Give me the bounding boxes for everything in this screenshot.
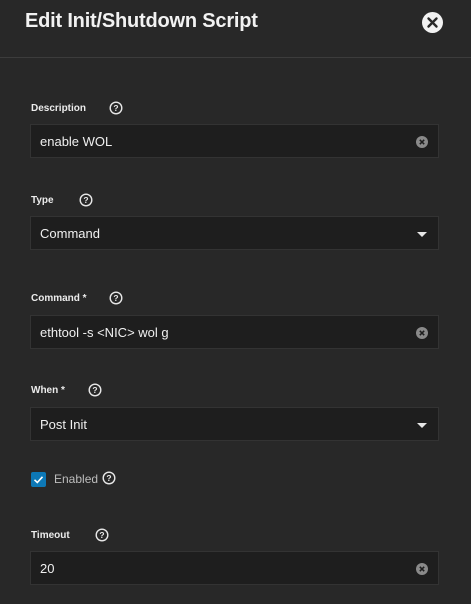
caret-down-icon: [417, 232, 427, 237]
type-label: Type: [31, 195, 54, 206]
svg-text:?: ?: [92, 385, 97, 395]
command-field[interactable]: ethtool -s <NIC> wol g: [30, 315, 439, 349]
type-select[interactable]: Command: [30, 216, 439, 250]
timeout-help-icon[interactable]: ?: [95, 528, 109, 542]
checkmark-icon: [33, 476, 44, 484]
close-icon: [427, 17, 438, 28]
command-help-icon[interactable]: ?: [109, 291, 123, 305]
dialog-header: Edit Init/Shutdown Script: [0, 0, 471, 58]
type-value: Command: [40, 226, 100, 241]
svg-text:?: ?: [99, 530, 104, 540]
enabled-checkbox[interactable]: [31, 472, 46, 487]
svg-text:?: ?: [83, 195, 88, 205]
timeout-value: 20: [40, 561, 55, 576]
timeout-label: Timeout: [31, 530, 70, 541]
svg-text:?: ?: [106, 473, 111, 483]
when-help-icon[interactable]: ?: [88, 383, 102, 397]
when-label: When *: [31, 385, 65, 396]
caret-down-icon: [417, 423, 427, 428]
command-value: ethtool -s <NIC> wol g: [40, 325, 169, 340]
clear-description-icon[interactable]: [416, 136, 428, 148]
svg-text:?: ?: [113, 103, 118, 113]
description-value: enable WOL: [40, 134, 113, 149]
when-select[interactable]: Post Init: [30, 407, 439, 441]
close-button[interactable]: [422, 12, 443, 33]
dialog-title: Edit Init/Shutdown Script: [25, 10, 258, 32]
description-label: Description: [31, 103, 87, 114]
command-label: Command *: [31, 293, 87, 304]
svg-text:?: ?: [113, 293, 118, 303]
clear-timeout-icon[interactable]: [416, 563, 428, 575]
description-field[interactable]: enable WOL: [30, 124, 439, 158]
enabled-help-icon[interactable]: ?: [102, 471, 116, 485]
timeout-field[interactable]: 20: [30, 551, 439, 585]
when-value: Post Init: [40, 417, 87, 432]
enabled-label: Enabled: [54, 472, 99, 486]
description-help-icon[interactable]: ?: [109, 101, 123, 115]
clear-command-icon[interactable]: [416, 327, 428, 339]
type-help-icon[interactable]: ?: [79, 193, 93, 207]
